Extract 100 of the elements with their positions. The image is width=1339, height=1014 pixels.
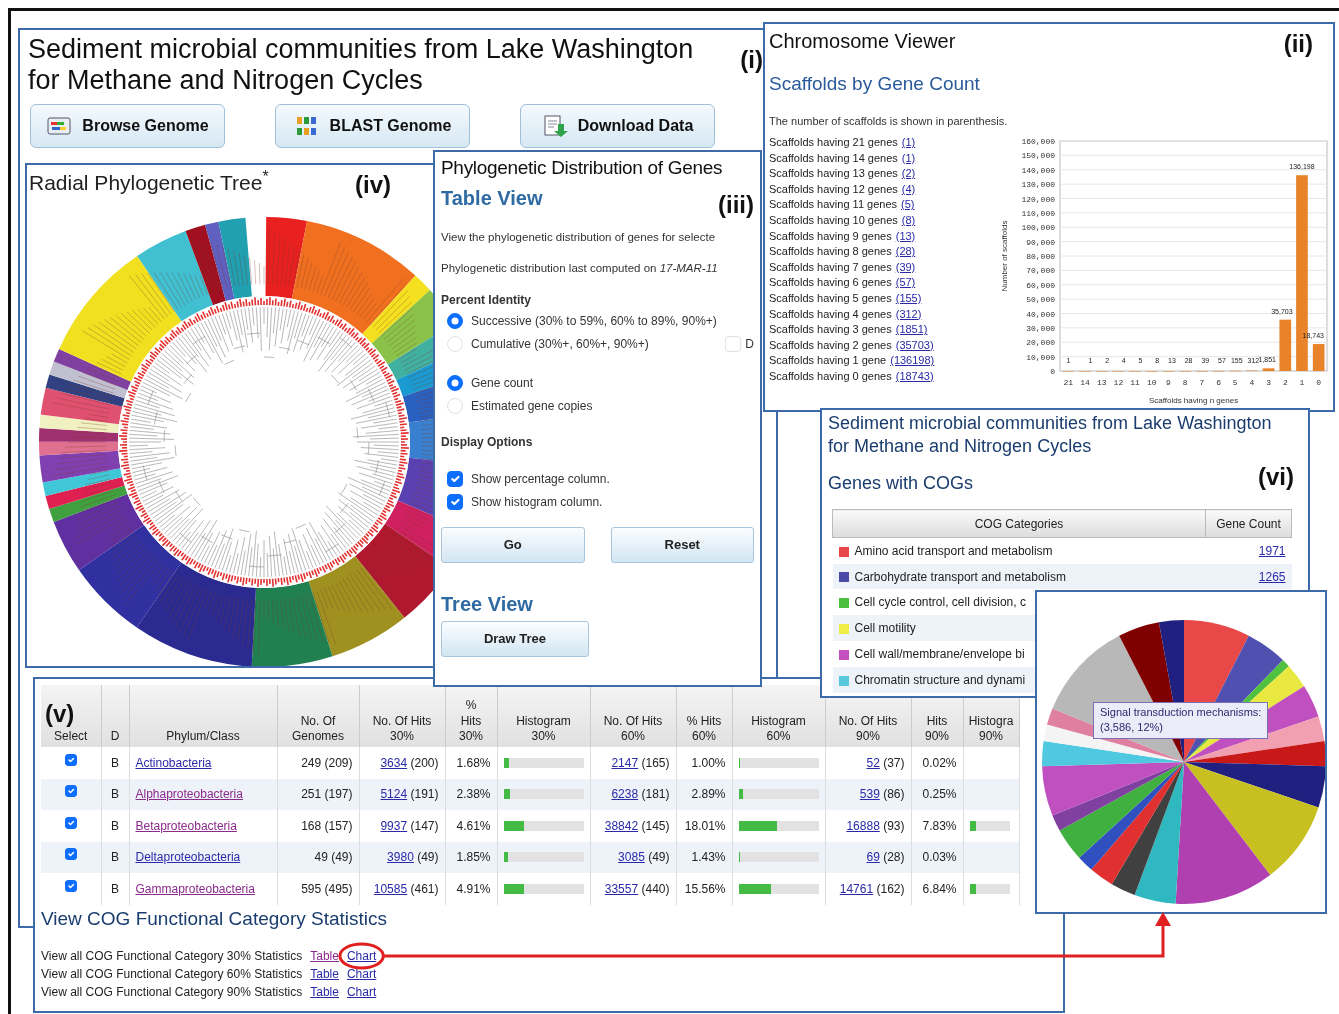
chart-link[interactable]: Chart (346, 947, 377, 965)
select-checkbox[interactable] (64, 785, 77, 798)
category-label: Cell cycle control, cell division, c (854, 595, 1026, 610)
column-header: Hits 90% (925, 713, 949, 744)
table-cell: B (101, 778, 129, 810)
scaffold-label: Scaffolds having 8 genes (769, 244, 892, 260)
column-header: COG Categories (974, 516, 1064, 531)
select-checkbox[interactable] (64, 879, 77, 892)
section-heading: View COG Functional Category Statistics (41, 906, 388, 931)
panel-label: (v) (45, 699, 76, 730)
select-checkbox[interactable] (64, 753, 77, 766)
phylum-link[interactable]: Betaproteobacteria (135, 818, 237, 833)
scaffold-count-link[interactable]: (1) (901, 150, 916, 167)
count-text: (28) (883, 850, 905, 865)
scaffold-count-link[interactable]: (13) (895, 228, 916, 245)
option-label: Show histogram column. (471, 493, 603, 511)
hits-link[interactable]: 69 (866, 850, 880, 865)
scaffold-count-link[interactable]: (155) (895, 290, 922, 307)
scaffold-count-link[interactable]: (39) (895, 259, 916, 276)
scaffold-count-link[interactable]: (8) (901, 212, 916, 229)
download-data-button[interactable]: Download Data (520, 104, 715, 149)
table-link[interactable]: Table (310, 947, 339, 965)
axis-tick-label: 50,000 (1026, 295, 1055, 305)
axis-tick-label: 4 (1249, 378, 1255, 387)
table-cell: 4.91% (445, 873, 497, 905)
gene-count-link[interactable]: 1265 (1258, 569, 1286, 584)
table-cell: 1.85% (445, 841, 497, 873)
hits-link[interactable]: 539 (859, 787, 880, 802)
chart-link[interactable]: Chart (346, 983, 377, 1001)
hits-link[interactable]: 5124 (380, 787, 408, 802)
hits-link[interactable]: 9937 (380, 818, 408, 833)
hits-link[interactable]: 38842 (604, 818, 639, 833)
hits-link[interactable]: 3980 (387, 850, 414, 865)
hits-link[interactable]: 3085 (618, 850, 645, 865)
column-header: Histogra 90% (968, 713, 1014, 744)
phylum-link[interactable]: Gammaproteobacteria (135, 881, 255, 896)
axis-tick-label: 100,000 (1021, 223, 1055, 233)
scaffold-count-link[interactable]: (5) (901, 197, 915, 213)
axis-tick-label: 10,000 (1026, 352, 1055, 362)
hits-link[interactable]: 6238 (611, 787, 639, 802)
note-text: The number of scaffolds is shown in parenthesis. (769, 113, 1009, 129)
scaffold-count-link[interactable]: (4) (901, 181, 916, 198)
hits-link[interactable]: 14761 (839, 881, 874, 896)
scaffold-count-link[interactable]: (35703) (895, 337, 934, 354)
hits-link[interactable]: 3634 (380, 755, 408, 770)
hits-link[interactable]: 2147 (611, 755, 639, 770)
browse-genome-button[interactable]: Browse Genome (30, 104, 225, 149)
select-checkbox[interactable] (64, 816, 77, 829)
panel-label: (ii) (1283, 29, 1314, 59)
count-text: (93) (883, 818, 905, 833)
reset-button[interactable]: Reset (610, 527, 754, 563)
computed-date-text: Phylogenetic distribution last computed on 17-MAR-11 (441, 260, 719, 276)
identity-radio[interactable] (447, 312, 463, 329)
axis-tick-label: 11 (1130, 378, 1140, 387)
count-radio[interactable] (447, 374, 463, 391)
axis-title: Scaffolds having n genes (1148, 396, 1239, 405)
scaffold-count-link[interactable]: (1) (901, 135, 916, 151)
panel-label: (iii) (718, 189, 754, 220)
column-header: Histogram 60% (751, 713, 806, 744)
option-label: Cumulative (30%+, 60%+, 90%+) (471, 335, 649, 353)
table-cell: B (101, 873, 129, 905)
chart-link[interactable]: Chart (346, 965, 377, 983)
scaffold-count-link[interactable]: (1851) (895, 322, 928, 338)
scaffold-count-link[interactable]: (136198) (890, 353, 935, 369)
option-checkbox[interactable] (447, 470, 463, 487)
hits-link[interactable]: 33557 (604, 881, 639, 896)
table-link[interactable]: Table (310, 983, 339, 1001)
hits-link[interactable]: 16888 (846, 818, 880, 833)
gene-count-link[interactable]: 1971 (1258, 544, 1286, 559)
scaffold-label: Scaffolds having 6 genes (769, 275, 892, 291)
table-link[interactable]: Table (310, 965, 339, 983)
axis-tick-label: 90,000 (1026, 237, 1055, 247)
section-heading: Table View (441, 185, 543, 211)
option-label: Successive (30% to 59%, 60% to 89%, 90%+) (471, 312, 717, 330)
phylum-link[interactable]: Actinobacteria (135, 755, 212, 770)
scaffold-count-link[interactable]: (28) (895, 244, 916, 260)
option-checkbox[interactable] (447, 493, 463, 510)
scaffold-label: Scaffolds having 2 genes (769, 337, 892, 353)
scaffold-label: Scaffolds having 14 genes (769, 150, 898, 166)
axis-tick-label: 110,000 (1021, 208, 1055, 218)
axis-tick-label: 9 (1166, 378, 1171, 387)
axis-tick-label: 12 (1113, 378, 1124, 387)
genome-title: Sediment microbial communities from Lake Washington for Methane and Nitrogen Cycles (28, 34, 694, 97)
axis-tick-label: 5 (1232, 378, 1238, 387)
axis-tick-label: 3 (1266, 378, 1271, 387)
chart-tooltip: Signal transduction mechanisms: (3,586, 12%) (1093, 702, 1269, 739)
table-cell: 18.01% (676, 810, 732, 842)
statistics-label: View all COG Functional Category 90% Statistics (41, 984, 303, 1001)
go-button[interactable]: Go (441, 527, 585, 563)
hits-link[interactable]: 52 (866, 755, 880, 770)
select-checkbox[interactable] (64, 848, 77, 861)
scaffold-count-link[interactable]: (312) (895, 306, 922, 323)
table-cell: 6.84% (911, 873, 963, 905)
scaffold-count-link[interactable]: (18743) (895, 368, 934, 385)
scaffold-count-link[interactable]: (2) (901, 166, 916, 182)
draw-tree-button[interactable]: Draw Tree (441, 621, 589, 657)
scaffold-count-link[interactable]: (57) (895, 275, 916, 291)
blast-genome-button[interactable]: BLAST Genome (275, 104, 470, 149)
panel-title: Phylogenetic Distribution of Genes (441, 156, 723, 180)
hits-link[interactable]: 10585 (373, 881, 408, 896)
